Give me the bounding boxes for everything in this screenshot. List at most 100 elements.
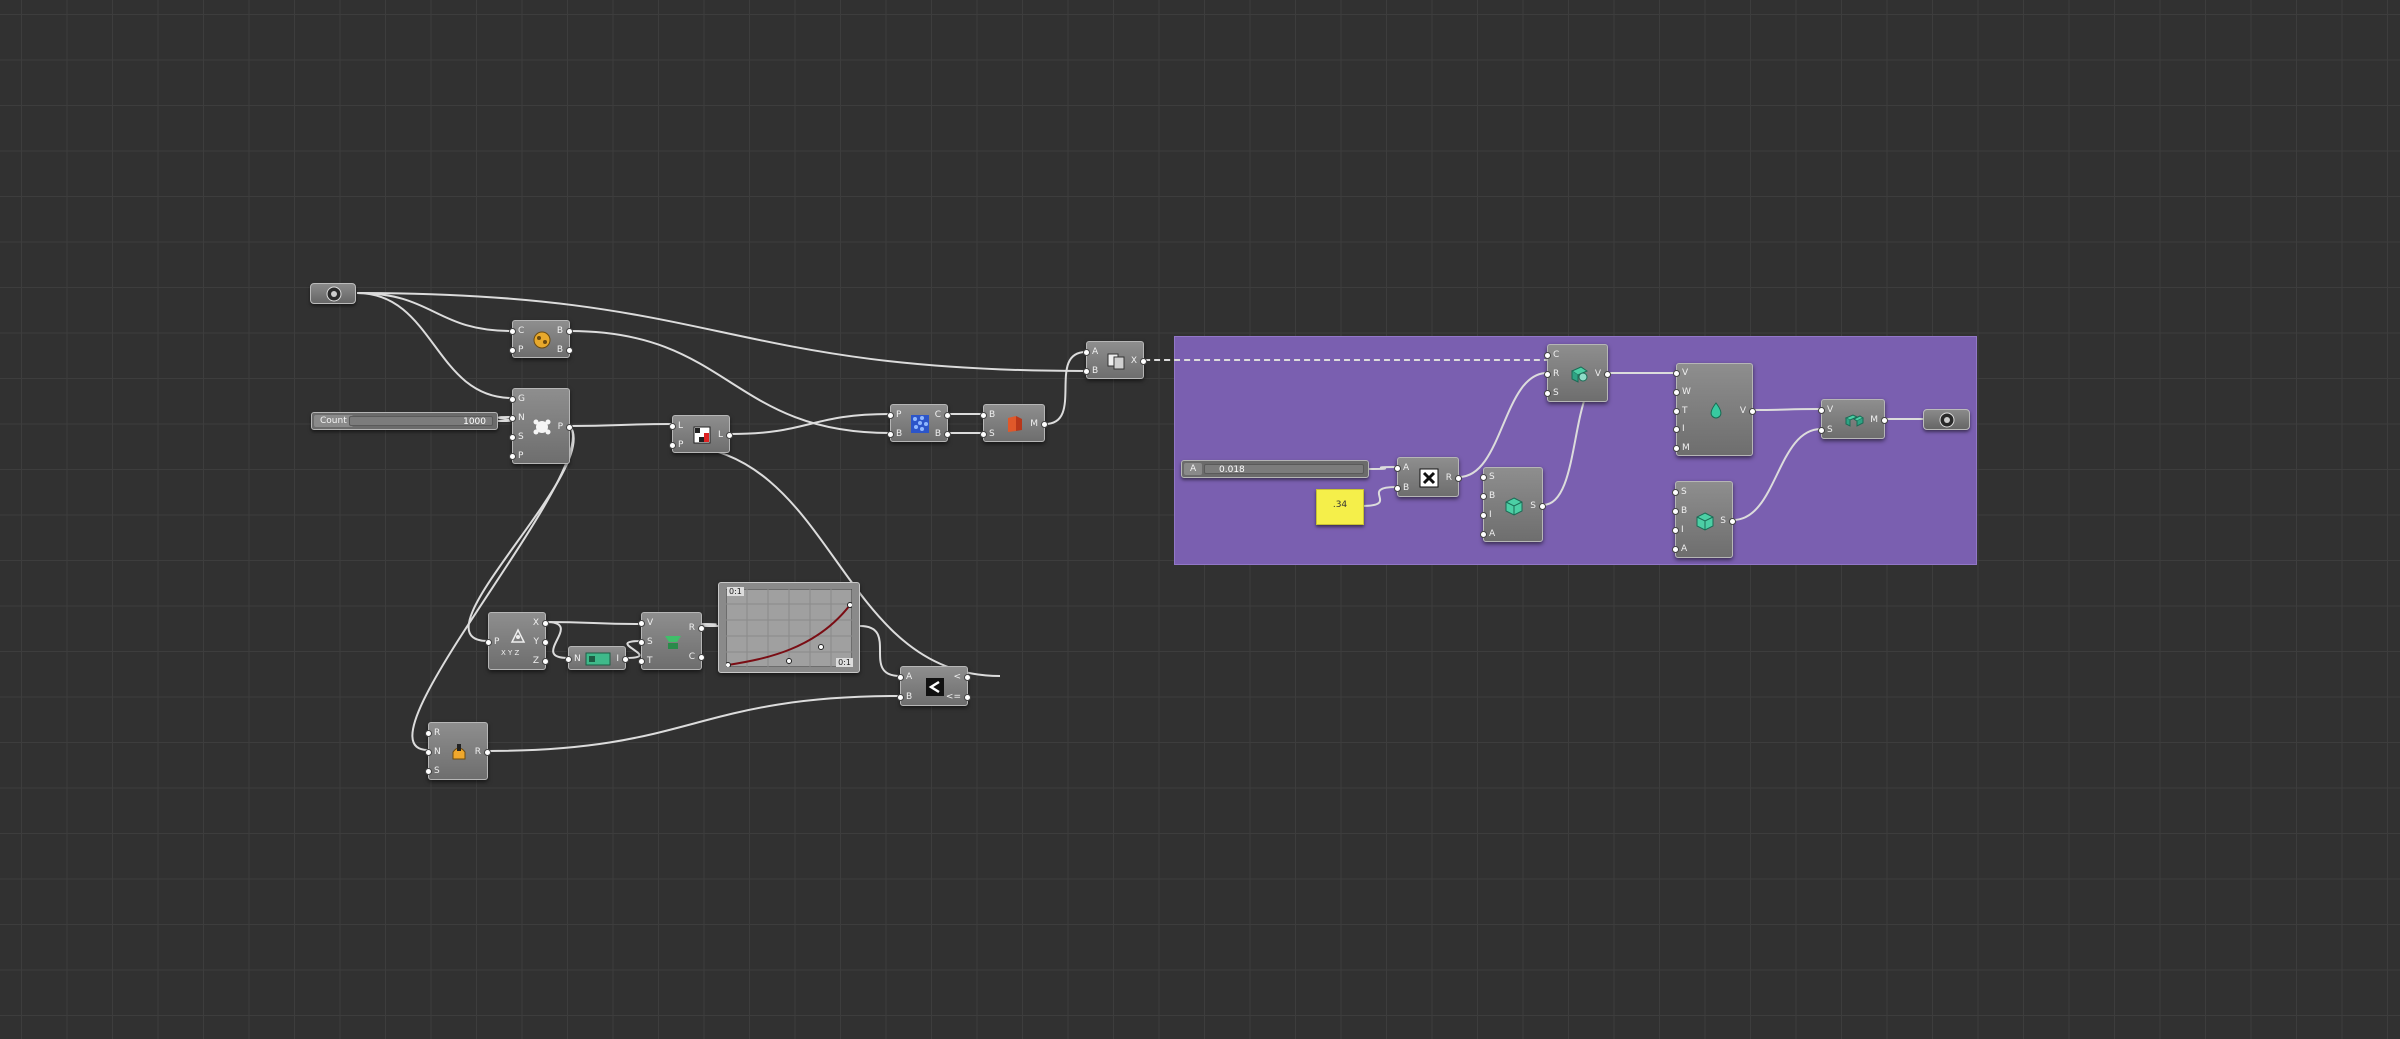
input-grip[interactable]	[425, 768, 432, 776]
output-grip[interactable]	[1604, 371, 1611, 378]
input-grip[interactable]	[1544, 351, 1551, 359]
wire[interactable]	[545, 621, 642, 625]
input-grip[interactable]	[887, 411, 894, 419]
weld-component[interactable]: VWTIMV	[1673, 363, 1756, 456]
input-grip[interactable]	[1480, 530, 1487, 538]
slider-value[interactable]: 1000	[349, 416, 493, 427]
input-grip[interactable]	[1673, 426, 1680, 434]
wire[interactable]	[729, 413, 891, 435]
graph-curve[interactable]	[726, 589, 852, 667]
input-grip[interactable]	[1673, 370, 1680, 378]
wire[interactable]	[356, 292, 1087, 372]
input-grip[interactable]	[1480, 474, 1487, 482]
wire[interactable]	[1044, 351, 1087, 425]
wire[interactable]	[1361, 486, 1398, 507]
input-grip[interactable]	[887, 430, 894, 438]
input-grip[interactable]	[1672, 527, 1679, 535]
input-grip[interactable]	[1672, 488, 1679, 496]
input-grip[interactable]	[980, 411, 987, 419]
populate-component[interactable]: GNSPP	[509, 388, 573, 464]
slider-value[interactable]: 0.018	[1204, 464, 1364, 475]
wire[interactable]	[356, 292, 513, 332]
input-grip[interactable]	[897, 674, 904, 681]
input-grip[interactable]	[509, 452, 516, 460]
convert-component[interactable]: CRS V	[1544, 344, 1611, 402]
factor-slider[interactable]: A 0.018	[1181, 460, 1369, 478]
input-grip[interactable]	[1544, 390, 1551, 398]
output-grip[interactable]	[1455, 475, 1462, 482]
output-grip[interactable]	[964, 674, 971, 681]
output-grip[interactable]	[698, 653, 705, 661]
input-grip[interactable]	[1083, 348, 1090, 356]
value-panel[interactable]: .34	[1316, 489, 1364, 525]
output-grip[interactable]	[1140, 358, 1147, 365]
input-grip[interactable]	[485, 639, 492, 646]
output-grip[interactable]	[698, 624, 705, 632]
graph-mapper[interactable]: 0:1 0:1	[718, 582, 860, 673]
wire[interactable]	[545, 621, 569, 659]
wire[interactable]	[569, 423, 673, 427]
input-grip[interactable]	[509, 414, 516, 422]
cull-component[interactable]: LPL	[669, 415, 733, 453]
output-grip[interactable]	[964, 694, 971, 701]
output-grip[interactable]	[1539, 502, 1546, 510]
output-grip[interactable]	[726, 432, 733, 439]
multiply-component[interactable]: AB R	[1394, 457, 1462, 497]
mesh-component[interactable]: BS M	[980, 404, 1048, 442]
input-grip[interactable]	[980, 430, 987, 438]
input-grip[interactable]	[1672, 546, 1679, 554]
wire[interactable]	[1752, 408, 1822, 411]
remap-component[interactable]: VST R C	[638, 612, 705, 670]
output-grip[interactable]	[622, 656, 629, 663]
wire[interactable]	[356, 292, 513, 399]
wire[interactable]	[1368, 466, 1398, 470]
input-grip[interactable]	[1394, 465, 1401, 472]
cp-component[interactable]: CP BB	[509, 320, 573, 358]
input-grip[interactable]	[638, 619, 645, 627]
input-grip[interactable]	[669, 422, 676, 430]
wire[interactable]	[487, 695, 901, 752]
input-grip[interactable]	[1673, 444, 1680, 452]
input-grip[interactable]	[509, 433, 516, 441]
output-grip[interactable]	[484, 749, 491, 756]
deconstruct-component[interactable]: P XYZ X Y Z	[485, 612, 549, 670]
input-grip[interactable]	[425, 729, 432, 737]
output-grip[interactable]	[1041, 421, 1048, 428]
input-grip[interactable]	[1672, 507, 1679, 515]
output-grip[interactable]	[566, 327, 573, 335]
compare-component[interactable]: A B < <=	[897, 666, 971, 706]
wire[interactable]	[411, 425, 574, 751]
input-grip[interactable]	[669, 441, 676, 449]
input-grip[interactable]	[638, 658, 645, 666]
output-grip[interactable]	[944, 430, 951, 438]
input-grip[interactable]	[425, 749, 432, 756]
output-grip[interactable]	[566, 346, 573, 354]
join-component[interactable]: VS M	[1818, 399, 1888, 439]
output-brep-parameter[interactable]	[1923, 409, 1970, 430]
bounds-component[interactable]: NI	[565, 646, 629, 670]
input-grip[interactable]	[897, 694, 904, 701]
input-grip[interactable]	[1480, 511, 1487, 519]
input-grip[interactable]	[638, 639, 645, 646]
output-grip[interactable]	[1881, 417, 1888, 424]
output-grip[interactable]	[542, 639, 549, 646]
input-grip[interactable]	[509, 346, 516, 354]
input-grip[interactable]	[1673, 388, 1680, 396]
input-grip[interactable]	[1480, 493, 1487, 501]
ab-x-component[interactable]: AB X	[1083, 341, 1147, 379]
count-slider[interactable]: Count 1000	[311, 412, 498, 430]
grasshopper-canvas[interactable]: Count 1000 A 0.018 .34 0:1 0:1 C P B B G…	[0, 0, 2400, 1039]
input-grip[interactable]	[1083, 367, 1090, 375]
input-grip[interactable]	[565, 656, 572, 663]
input-grip[interactable]	[509, 327, 516, 335]
wire[interactable]	[1458, 372, 1548, 478]
input-grip[interactable]	[1394, 485, 1401, 492]
smooth2-component[interactable]: SBIAS	[1672, 481, 1736, 558]
input-grip[interactable]	[1673, 407, 1680, 415]
input-grip[interactable]	[1544, 371, 1551, 378]
output-grip[interactable]	[944, 411, 951, 419]
smooth-component[interactable]: SBIAS	[1480, 467, 1546, 542]
voronoi-component[interactable]: PBCB	[887, 404, 951, 442]
output-grip[interactable]	[566, 424, 573, 431]
input-grip[interactable]	[1818, 427, 1825, 434]
